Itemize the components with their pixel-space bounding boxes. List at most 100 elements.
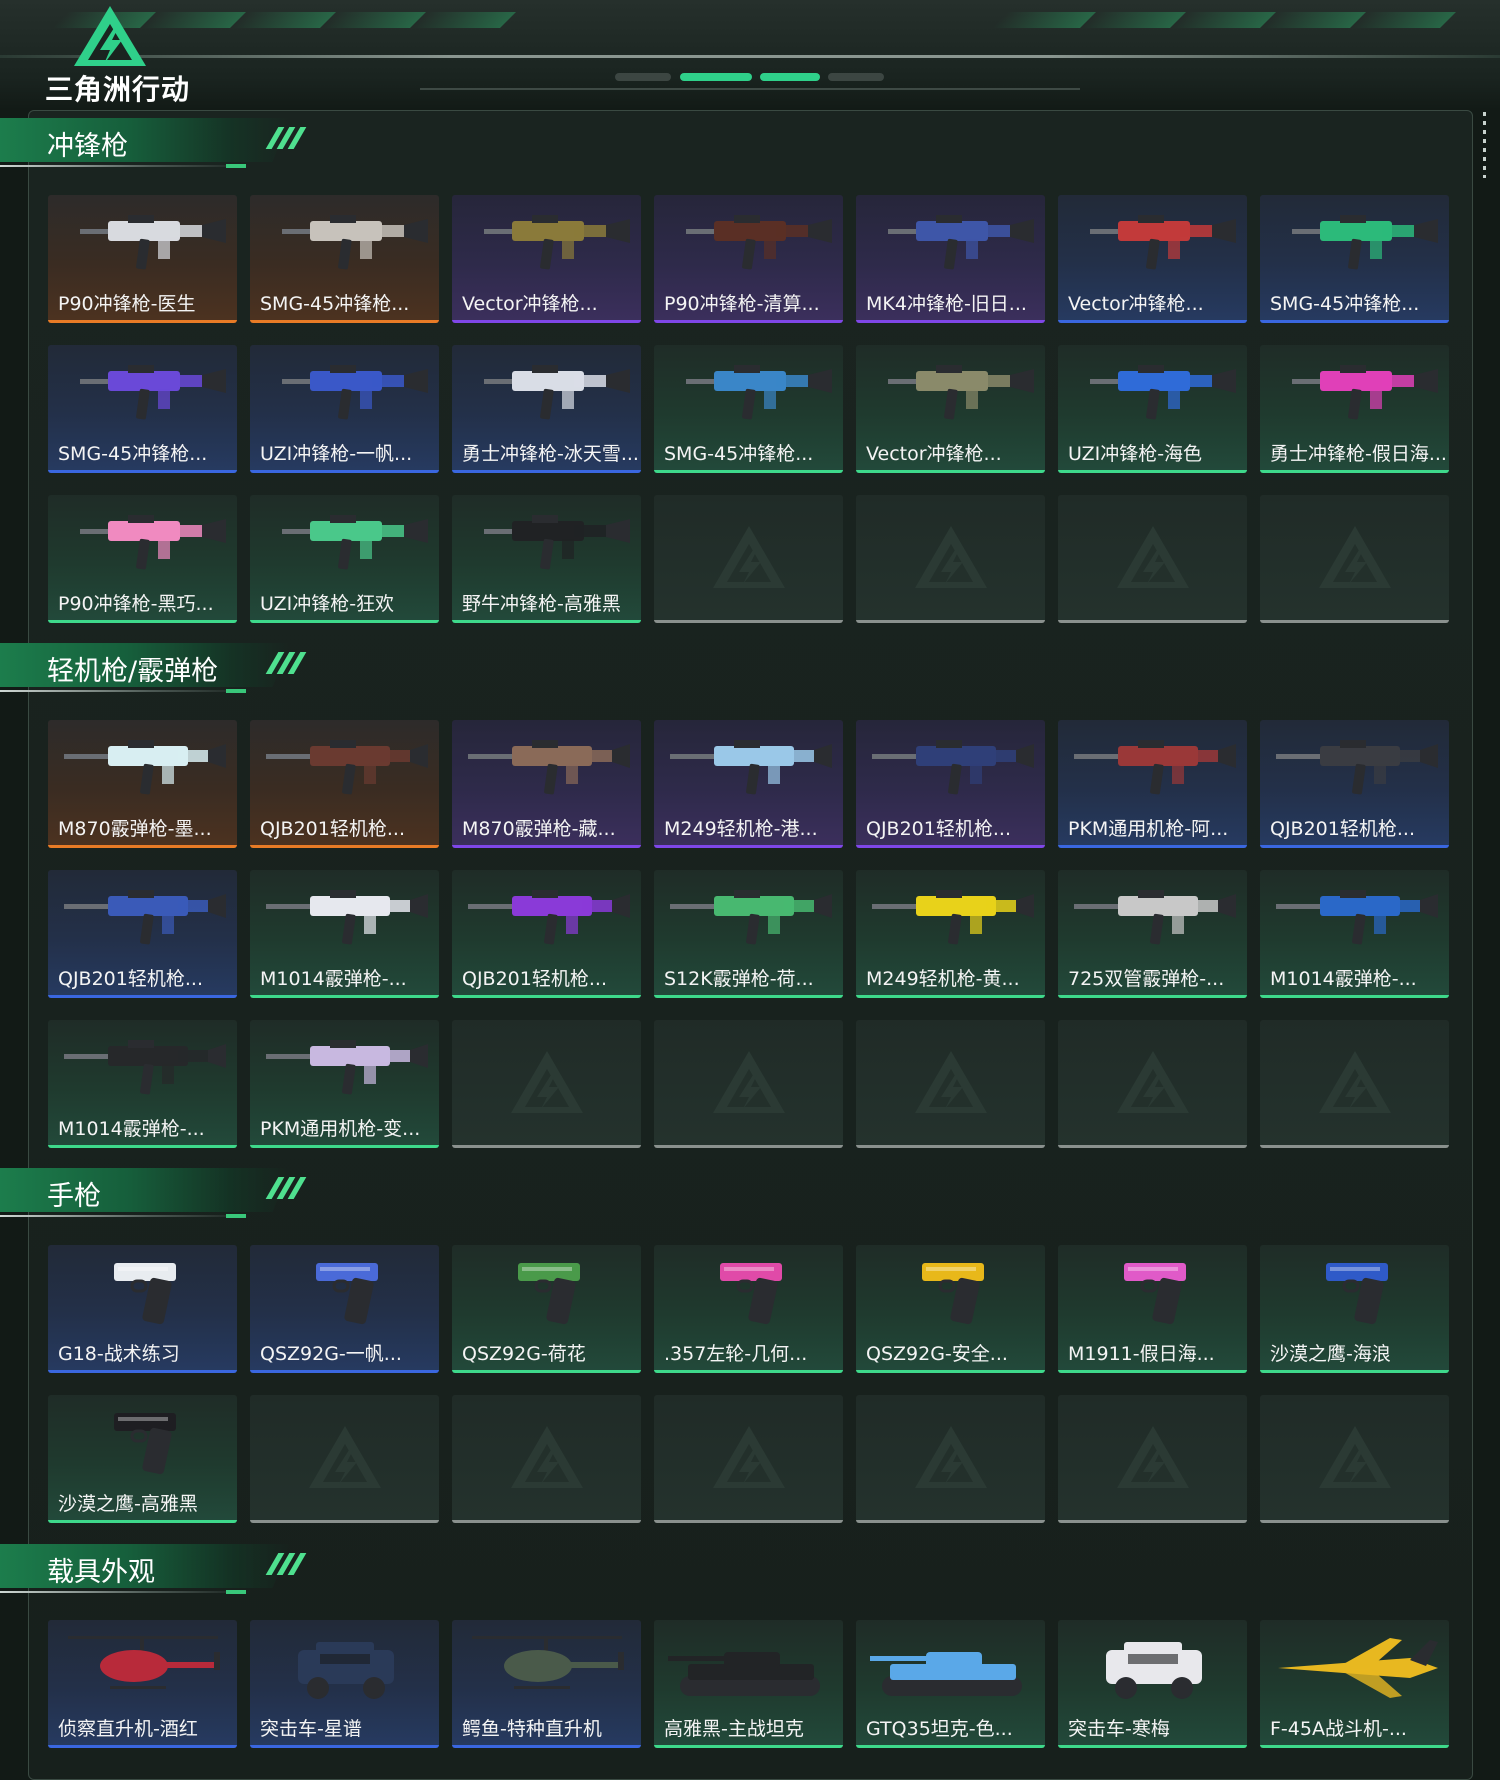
skin-card[interactable]: M249轻机枪-黄... <box>856 870 1045 998</box>
skin-card[interactable]: 勇士冲锋枪-冰天雪... <box>452 345 641 473</box>
skin-card[interactable]: GTQ35坦克-色... <box>856 1620 1045 1748</box>
empty-slot[interactable] <box>250 1395 439 1523</box>
scroll-indicator[interactable] <box>1483 112 1486 178</box>
skin-card[interactable]: M870霰弹枪-藏... <box>452 720 641 848</box>
skin-card-label: QJB201轻机枪... <box>1270 818 1415 840</box>
empty-slot[interactable] <box>1058 1020 1247 1148</box>
skin-card[interactable]: UZI冲锋枪-海色 <box>1058 345 1247 473</box>
empty-slot[interactable] <box>1260 1020 1449 1148</box>
skin-card[interactable]: PKM通用机枪-变... <box>250 1020 439 1148</box>
skin-card[interactable]: 突击车-寒梅 <box>1058 1620 1247 1748</box>
empty-slot[interactable] <box>856 1020 1045 1148</box>
skin-card-label: G18-战术练习 <box>58 1343 180 1365</box>
skin-card[interactable]: Vector冲锋枪... <box>856 345 1045 473</box>
item-preview-rifle-icon <box>872 740 1034 795</box>
empty-slot[interactable] <box>452 1395 641 1523</box>
skin-card[interactable]: 沙漠之鹰-高雅黑 <box>48 1395 237 1523</box>
empty-slot[interactable] <box>654 495 843 623</box>
skin-card[interactable]: S12K霰弹枪-荷... <box>654 870 843 998</box>
skin-card[interactable]: 725双管霰弹枪-... <box>1058 870 1247 998</box>
skin-card[interactable]: M1014霰弹枪-... <box>250 870 439 998</box>
section-header-bg <box>0 118 290 162</box>
skin-card-label: 725双管霰弹枪-... <box>1068 968 1225 990</box>
empty-slot[interactable] <box>654 1395 843 1523</box>
item-preview-rifle-icon <box>468 740 630 795</box>
skin-card[interactable]: QJB201轻机枪... <box>1260 720 1449 848</box>
skin-card[interactable]: QJB201轻机枪... <box>250 720 439 848</box>
skin-card-label: M249轻机枪-港... <box>664 818 818 840</box>
skin-card[interactable]: QSZ92G-一帆... <box>250 1245 439 1373</box>
item-preview-smg-icon <box>1090 215 1236 270</box>
empty-slot-logo-icon <box>1318 1425 1391 1488</box>
skin-card[interactable]: QSZ92G-安全... <box>856 1245 1045 1373</box>
item-preview-rifle-icon <box>64 1040 226 1095</box>
empty-slot[interactable] <box>1058 1395 1247 1523</box>
skin-card[interactable]: PKM通用机枪-阿... <box>1058 720 1247 848</box>
top-banner: 三角洲行动 <box>0 0 1500 110</box>
delta-logo-icon <box>74 6 146 66</box>
item-preview-smg-icon <box>80 215 226 270</box>
skin-card-label: 沙漠之鹰-高雅黑 <box>58 1493 198 1515</box>
skin-card[interactable]: UZI冲锋枪-狂欢 <box>250 495 439 623</box>
skin-card[interactable]: 侦察直升机-酒红 <box>48 1620 237 1748</box>
skin-card-label: UZI冲锋枪-海色 <box>1068 443 1203 465</box>
skin-card-label: P90冲锋枪-黑巧... <box>58 593 214 615</box>
section-underline <box>0 690 250 692</box>
item-preview-smg-icon <box>1292 365 1438 420</box>
skin-card-label: UZI冲锋枪-狂欢 <box>260 593 395 615</box>
skin-card[interactable]: UZI冲锋枪-一帆... <box>250 345 439 473</box>
item-preview-smg-icon <box>80 365 226 420</box>
skin-card[interactable]: M249轻机枪-港... <box>654 720 843 848</box>
skin-card[interactable]: MK4冲锋枪-旧日... <box>856 195 1045 323</box>
skin-card[interactable]: QJB201轻机枪... <box>856 720 1045 848</box>
skin-card[interactable]: P90冲锋枪-医生 <box>48 195 237 323</box>
skin-card-label: UZI冲锋枪-一帆... <box>260 443 413 465</box>
empty-slot-logo-icon <box>1116 1425 1189 1488</box>
section-header: 冲锋枪 <box>0 118 330 174</box>
empty-slot[interactable] <box>856 1395 1045 1523</box>
skin-card-label: SMG-45冲锋枪... <box>260 293 410 315</box>
skin-card[interactable]: P90冲锋枪-清算... <box>654 195 843 323</box>
skin-card[interactable]: M1911-假日海... <box>1058 1245 1247 1373</box>
skin-card[interactable]: G18-战术练习 <box>48 1245 237 1373</box>
skin-card[interactable]: Vector冲锋枪... <box>1058 195 1247 323</box>
empty-slot[interactable] <box>856 495 1045 623</box>
item-preview-pistol-icon <box>316 1263 378 1325</box>
skin-card[interactable]: 高雅黑-主战坦克 <box>654 1620 843 1748</box>
empty-slot[interactable] <box>1260 495 1449 623</box>
game-logo-text: 三角洲行动 <box>45 73 191 106</box>
banner-indicator <box>615 73 671 81</box>
skin-card[interactable]: 野牛冲锋枪-高雅黑 <box>452 495 641 623</box>
skin-card[interactable]: M870霰弹枪-墨... <box>48 720 237 848</box>
empty-slot[interactable] <box>1260 1395 1449 1523</box>
empty-slot[interactable] <box>452 1020 641 1148</box>
skin-card[interactable]: 突击车-星谱 <box>250 1620 439 1748</box>
skin-card[interactable]: SMG-45冲锋枪... <box>250 195 439 323</box>
skin-card[interactable]: 鳄鱼-特种直升机 <box>452 1620 641 1748</box>
section-title: 轻机枪/霰弹枪 <box>47 656 219 687</box>
skin-card[interactable]: .357左轮-几何... <box>654 1245 843 1373</box>
skin-card[interactable]: QSZ92G-荷花 <box>452 1245 641 1373</box>
skin-card[interactable]: QJB201轻机枪... <box>48 870 237 998</box>
skin-card[interactable]: P90冲锋枪-黑巧... <box>48 495 237 623</box>
item-preview-smg-icon <box>888 365 1034 420</box>
empty-slot[interactable] <box>1058 495 1247 623</box>
item-preview-pistol-icon <box>720 1263 782 1325</box>
skin-card[interactable]: F-45A战斗机-... <box>1260 1620 1449 1748</box>
item-preview-smg-icon <box>1090 365 1236 420</box>
skin-card[interactable]: SMG-45冲锋枪... <box>48 345 237 473</box>
banner-indicator <box>828 73 884 81</box>
skin-card[interactable]: M1014霰弹枪-... <box>1260 870 1449 998</box>
skin-card[interactable]: 勇士冲锋枪-假日海... <box>1260 345 1449 473</box>
skin-card[interactable]: 沙漠之鹰-海浪 <box>1260 1245 1449 1373</box>
item-preview-rifle-icon <box>1276 740 1438 795</box>
banner-stripe <box>142 12 246 28</box>
empty-slot[interactable] <box>654 1020 843 1148</box>
banner-stripe <box>1262 12 1366 28</box>
skin-card[interactable]: SMG-45冲锋枪... <box>654 345 843 473</box>
skin-card[interactable]: QJB201轻机枪... <box>452 870 641 998</box>
skin-card-label: QSZ92G-安全... <box>866 1343 1008 1365</box>
skin-card[interactable]: M1014霰弹枪-... <box>48 1020 237 1148</box>
skin-card[interactable]: Vector冲锋枪... <box>452 195 641 323</box>
skin-card[interactable]: SMG-45冲锋枪... <box>1260 195 1449 323</box>
